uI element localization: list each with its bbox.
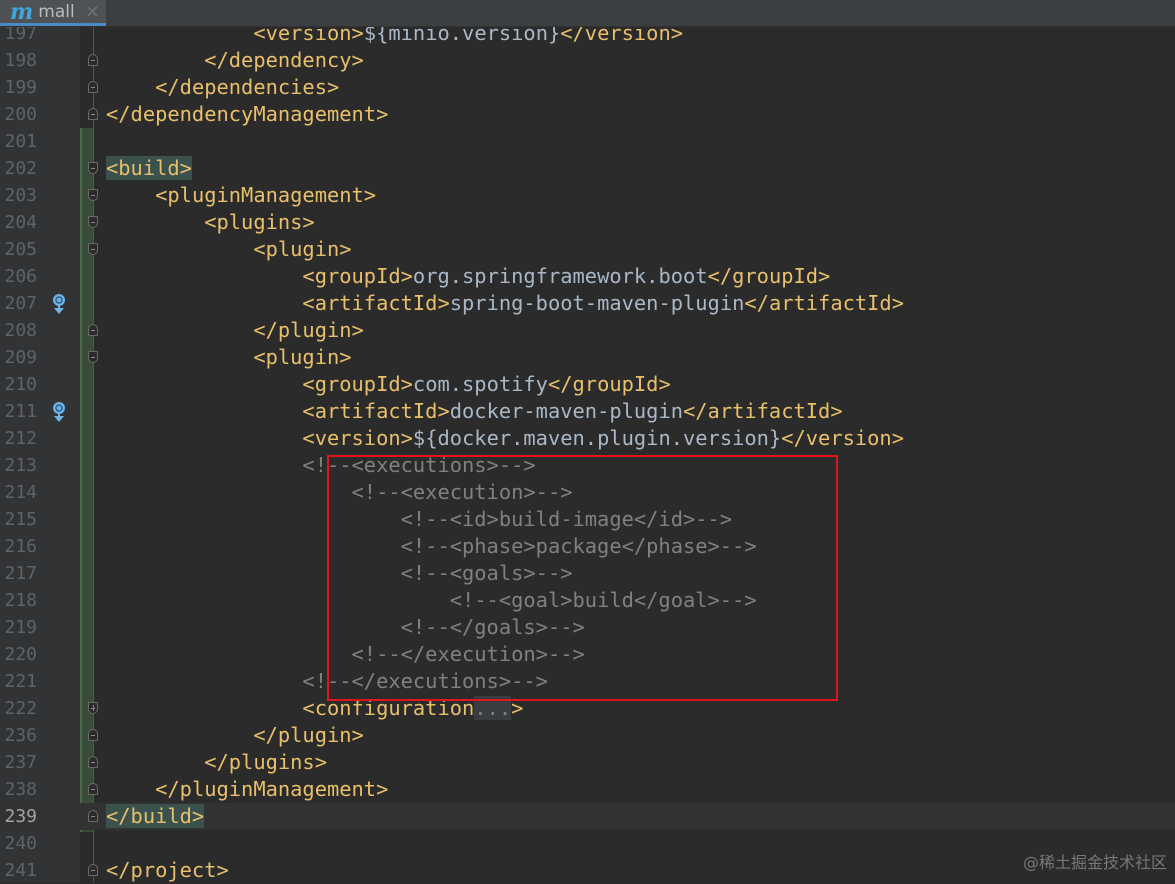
code-line[interactable]: 201 bbox=[0, 128, 1175, 155]
collapse-fold-icon[interactable] bbox=[88, 243, 98, 255]
code-text[interactable]: </plugin> bbox=[106, 317, 364, 344]
line-number: 198 bbox=[4, 50, 37, 71]
code-text[interactable]: </pluginManagement> bbox=[106, 776, 388, 803]
line-number: 212 bbox=[4, 428, 37, 449]
line-number: 208 bbox=[4, 320, 37, 341]
collapse-fold-icon[interactable] bbox=[88, 864, 98, 876]
line-number: 236 bbox=[4, 725, 37, 746]
line-number: 222 bbox=[4, 698, 37, 719]
code-line[interactable]: 209 <plugin> bbox=[0, 344, 1175, 371]
editor-tab-bar: m mall × bbox=[0, 0, 1175, 27]
line-number: 211 bbox=[4, 401, 37, 422]
code-text[interactable]: </plugins> bbox=[106, 749, 327, 776]
code-line[interactable]: 240 bbox=[0, 830, 1175, 857]
code-text[interactable]: <pluginManagement> bbox=[106, 182, 376, 209]
line-number: 199 bbox=[4, 77, 37, 98]
watermark: @稀土掘金技术社区 bbox=[1022, 853, 1167, 872]
code-line[interactable]: 236 </plugin> bbox=[0, 722, 1175, 749]
code-text[interactable]: <plugin> bbox=[106, 236, 351, 263]
collapse-fold-icon[interactable] bbox=[88, 216, 98, 228]
code-line[interactable]: 199 </dependencies> bbox=[0, 74, 1175, 101]
code-text[interactable]: </dependencyManagement> bbox=[106, 101, 388, 128]
collapse-fold-icon[interactable] bbox=[88, 756, 98, 768]
code-text[interactable]: <artifactId>spring-boot-maven-plugin</ar… bbox=[106, 290, 904, 317]
line-number: 204 bbox=[4, 212, 37, 233]
code-line[interactable]: 198 </dependency> bbox=[0, 47, 1175, 74]
line-number: 201 bbox=[4, 131, 37, 152]
code-text[interactable]: <groupId>org.springframework.boot</group… bbox=[106, 263, 830, 290]
collapse-fold-icon[interactable] bbox=[88, 162, 98, 174]
collapse-fold-icon[interactable] bbox=[88, 189, 98, 201]
line-number: 221 bbox=[4, 671, 37, 692]
collapse-fold-icon[interactable] bbox=[88, 729, 98, 741]
code-line[interactable]: 239 </build> bbox=[0, 803, 1175, 830]
line-number: 220 bbox=[4, 644, 37, 665]
collapse-fold-icon[interactable] bbox=[88, 108, 98, 120]
collapse-fold-icon[interactable] bbox=[88, 351, 98, 363]
code-text[interactable]: </build> bbox=[106, 803, 205, 830]
maven-icon: m bbox=[10, 0, 34, 25]
code-line[interactable]: 202 <build> bbox=[0, 155, 1175, 182]
code-text[interactable]: </dependencies> bbox=[106, 74, 339, 101]
line-number: 241 bbox=[4, 860, 37, 881]
line-number: 215 bbox=[4, 509, 37, 530]
navigate-to-parent-icon[interactable] bbox=[51, 293, 67, 315]
line-number: 239 bbox=[4, 806, 37, 827]
collapse-fold-icon[interactable] bbox=[88, 81, 98, 93]
navigate-to-parent-icon[interactable] bbox=[51, 401, 67, 423]
code-text[interactable]: <artifactId>docker-maven-plugin</artifac… bbox=[106, 398, 842, 425]
collapse-fold-icon[interactable] bbox=[88, 810, 98, 822]
tab-label: mall bbox=[38, 1, 75, 22]
matched-tag[interactable]: <build> bbox=[106, 156, 192, 180]
code-line[interactable]: 211 <artifactId>docker-maven-plugin</art… bbox=[0, 398, 1175, 425]
line-number: 219 bbox=[4, 617, 37, 638]
code-line[interactable]: 237 </plugins> bbox=[0, 749, 1175, 776]
line-number: 200 bbox=[4, 104, 37, 125]
code-text[interactable]: </dependency> bbox=[106, 47, 364, 74]
line-number: 217 bbox=[4, 563, 37, 584]
code-line[interactable]: 207 <artifactId>spring-boot-maven-plugin… bbox=[0, 290, 1175, 317]
code-line[interactable]: 204 <plugins> bbox=[0, 209, 1175, 236]
line-number: 216 bbox=[4, 536, 37, 557]
code-line[interactable]: 238 </pluginManagement> bbox=[0, 776, 1175, 803]
code-line[interactable]: 200 </dependencyManagement> bbox=[0, 101, 1175, 128]
line-number: 213 bbox=[4, 455, 37, 476]
code-line[interactable]: 208 </plugin> bbox=[0, 317, 1175, 344]
line-number: 238 bbox=[4, 779, 37, 800]
code-text[interactable]: <groupId>com.spotify</groupId> bbox=[106, 371, 670, 398]
code-line[interactable]: 212 <version>${docker.maven.plugin.versi… bbox=[0, 425, 1175, 452]
code-line[interactable]: 206 <groupId>org.springframework.boot</g… bbox=[0, 263, 1175, 290]
code-text[interactable]: </plugin> bbox=[106, 722, 364, 749]
line-number: 207 bbox=[4, 293, 37, 314]
line-number: 202 bbox=[4, 158, 37, 179]
matched-tag[interactable]: </build> bbox=[106, 804, 205, 828]
collapse-fold-icon[interactable] bbox=[88, 54, 98, 66]
highlight-annotation-box bbox=[327, 455, 838, 701]
code-line[interactable]: 203 <pluginManagement> bbox=[0, 182, 1175, 209]
code-text[interactable]: <plugin> bbox=[106, 344, 351, 371]
close-tab-icon[interactable]: × bbox=[85, 1, 100, 22]
collapse-fold-icon[interactable] bbox=[88, 324, 98, 336]
code-text[interactable]: </project> bbox=[106, 857, 229, 884]
tab-mall[interactable]: m mall × bbox=[0, 0, 106, 26]
code-line[interactable]: 210 <groupId>com.spotify</groupId> bbox=[0, 371, 1175, 398]
line-number: 205 bbox=[4, 239, 37, 260]
line-number: 214 bbox=[4, 482, 37, 503]
code-text[interactable]: <plugins> bbox=[106, 209, 315, 236]
collapse-fold-icon[interactable] bbox=[88, 783, 98, 795]
expand-fold-icon[interactable] bbox=[88, 702, 98, 714]
line-number: 203 bbox=[4, 185, 37, 206]
code-editor[interactable]: 197 <version>${minio.version}</version> 1… bbox=[0, 20, 1175, 884]
line-number: 209 bbox=[4, 347, 37, 368]
code-text[interactable]: <build> bbox=[106, 155, 192, 182]
code-line[interactable]: 241 </project> bbox=[0, 857, 1175, 884]
line-number: 218 bbox=[4, 590, 37, 611]
line-number: 210 bbox=[4, 374, 37, 395]
code-line[interactable]: 205 <plugin> bbox=[0, 236, 1175, 263]
line-number: 206 bbox=[4, 266, 37, 287]
line-number: 240 bbox=[4, 833, 37, 854]
code-text[interactable]: <version>${docker.maven.plugin.version}<… bbox=[106, 425, 904, 452]
line-number: 237 bbox=[4, 752, 37, 773]
